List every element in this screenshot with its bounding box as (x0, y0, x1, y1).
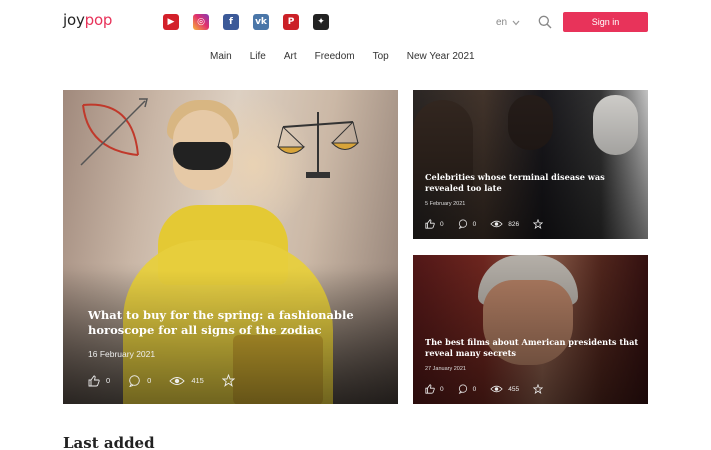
photo-figure (173, 142, 231, 170)
pinterest-icon[interactable]: P (283, 14, 299, 30)
star-icon[interactable] (221, 374, 235, 387)
like-count: 0 (440, 385, 444, 393)
like-count: 0 (106, 376, 111, 385)
nav-item-life[interactable]: Life (250, 51, 266, 62)
featured-date: 16 February 2021 (88, 349, 156, 359)
side-card-stats: 0 0 455 (425, 384, 544, 394)
youtube-icon[interactable]: ▶ (163, 14, 179, 30)
thumbs-up-icon (425, 384, 435, 394)
side-article-card[interactable]: The best films about American presidents… (413, 255, 648, 404)
language-label: en (496, 17, 508, 28)
view-stat: 826 (490, 220, 519, 228)
view-stat: 455 (490, 385, 519, 393)
social-links: ▶ ◎ f vk P ✦ (163, 14, 329, 30)
card-gradient (413, 255, 648, 404)
card-gradient (413, 90, 648, 239)
thumbs-up-icon (88, 375, 100, 386)
language-selector[interactable]: en (496, 17, 520, 28)
side-card-date: 5 February 2021 (425, 201, 466, 207)
view-count: 826 (508, 220, 520, 228)
section-title: Last added (63, 434, 155, 450)
chevron-down-icon (512, 20, 520, 25)
like-stat[interactable]: 0 (425, 384, 444, 394)
instagram-icon[interactable]: ◎ (193, 14, 209, 30)
like-stat[interactable]: 0 (88, 375, 110, 387)
featured-stats: 0 0 415 (88, 374, 235, 387)
view-count: 415 (191, 376, 204, 385)
comment-icon (129, 374, 140, 387)
nav-item-freedom[interactable]: Freedom (315, 51, 355, 62)
side-card-title[interactable]: The best films about American presidents… (425, 337, 640, 358)
main-nav: Main Life Art Freedom Top New Year 2021 (210, 51, 475, 62)
thumbs-up-icon (425, 219, 435, 229)
nav-item-new-year-2021[interactable]: New Year 2021 (407, 51, 475, 62)
sagittarius-illustration (80, 98, 148, 166)
comment-count: 0 (147, 376, 152, 385)
side-card-title[interactable]: Celebrities whose terminal disease was r… (425, 172, 640, 193)
nav-item-main[interactable]: Main (210, 51, 232, 62)
comment-icon (458, 219, 467, 229)
side-card-date: 27 January 2021 (425, 366, 466, 372)
eye-icon (490, 220, 503, 228)
like-stat[interactable]: 0 (425, 219, 444, 229)
site-logo[interactable]: joypop (63, 11, 112, 29)
comment-icon (458, 384, 467, 394)
comment-stat[interactable]: 0 (458, 219, 477, 229)
comment-count: 0 (472, 220, 477, 228)
facebook-icon[interactable]: f (223, 14, 239, 30)
like-count: 0 (440, 220, 444, 228)
star-icon[interactable] (533, 384, 544, 394)
sign-in-button[interactable]: Sign in (563, 12, 648, 32)
side-article-card[interactable]: Celebrities whose terminal disease was r… (413, 90, 648, 239)
other-icon[interactable]: ✦ (313, 14, 329, 30)
star-icon[interactable] (533, 219, 544, 229)
comment-stat[interactable]: 0 (128, 374, 152, 387)
side-card-stats: 0 0 826 (425, 219, 544, 229)
featured-title[interactable]: What to buy for the spring: a fashionabl… (88, 308, 358, 338)
eye-icon (169, 376, 185, 385)
nav-item-top[interactable]: Top (373, 51, 389, 62)
featured-article-card[interactable]: What to buy for the spring: a fashionabl… (63, 90, 398, 404)
vk-icon[interactable]: vk (253, 14, 269, 30)
comment-stat[interactable]: 0 (458, 384, 477, 394)
site-header: joypop ▶ ◎ f vk P ✦ en Sign in (0, 0, 711, 44)
view-count: 455 (508, 385, 520, 393)
libra-illustration (276, 112, 360, 178)
nav-item-art[interactable]: Art (284, 51, 297, 62)
eye-icon (490, 385, 503, 393)
view-stat: 415 (169, 376, 204, 386)
search-icon[interactable] (538, 15, 552, 29)
comment-count: 0 (472, 385, 477, 393)
